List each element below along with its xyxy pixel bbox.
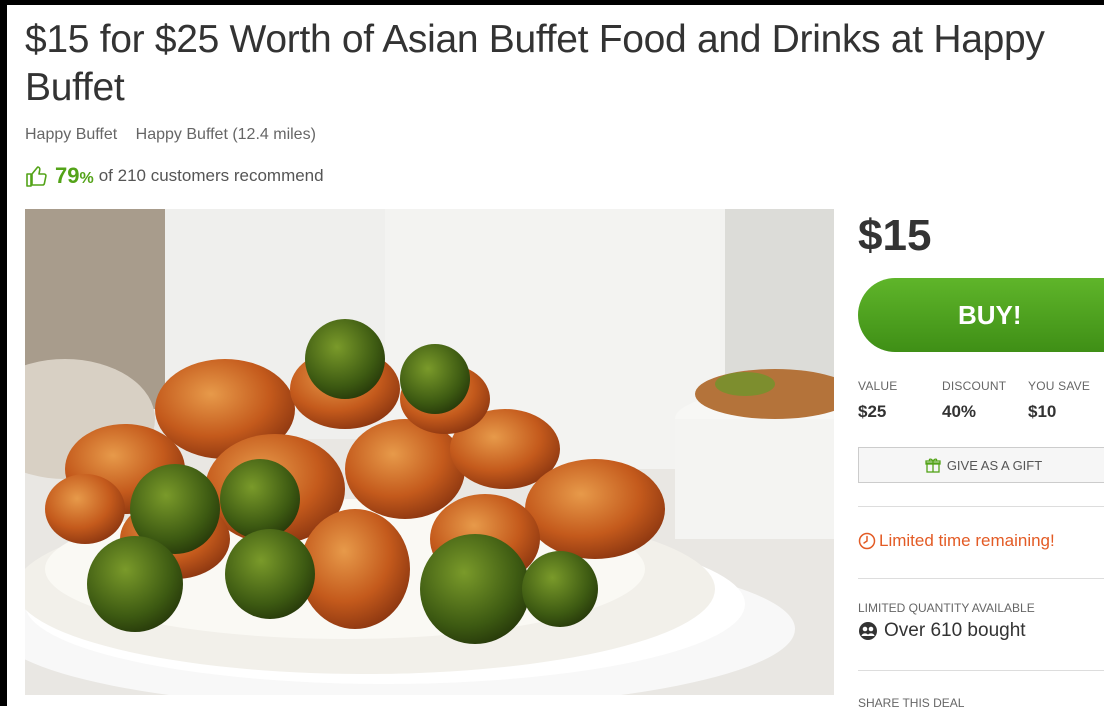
stat-discount: DISCOUNT 40% [942,379,1006,422]
screen-border-top [0,0,1104,5]
people-icon [859,622,877,640]
recommendation: 79% of 210 customers recommend [25,163,324,189]
thumbs-up-icon [26,166,47,187]
stat-label: VALUE [858,379,898,393]
gift-label: GIVE AS A GIFT [946,457,1043,473]
share-label: SHARE THIS DEAL [858,696,965,710]
quantity-label: LIMITED QUANTITY AVAILABLE [858,601,1035,615]
stat-amount: $10 [1028,402,1057,421]
stat-label: DISCOUNT [942,379,1007,393]
divider [858,578,1104,579]
recommend-text: of 210 customers recommend [98,166,324,185]
deal-price: $15 [858,211,932,260]
divider [858,670,1104,671]
merchant-name-link[interactable]: Happy Buffet [25,126,117,143]
deal-photo[interactable] [25,209,834,695]
deal-title: $15 for $25 Worth of Asian Buffet Food a… [25,18,1045,109]
stat-label: YOU SAVE [1028,379,1091,393]
give-as-gift-button[interactable]: GIVE AS A GIFT [858,447,1104,483]
stat-you-save: YOU SAVE $10 [1028,379,1090,422]
merchant-location-link[interactable]: Happy Buffet (12.4 miles) [136,126,316,143]
stat-value: VALUE $25 [858,379,897,422]
orange-chicken-photo [25,209,834,695]
divider [858,506,1104,507]
merchant-line: Happy Buffet Happy Buffet (12.4 miles) [25,126,330,144]
buy-button[interactable]: BUY! [858,278,1104,352]
recommend-percent: 79% [55,163,94,188]
gift-icon [925,458,941,473]
limited-time-notice: Limited time remaining! [858,531,1055,551]
bought-text: Over 610 bought [884,620,1026,641]
clock-icon [858,532,876,550]
screen-border-left [0,0,7,706]
stat-amount: $25 [858,402,887,421]
limited-time-text: Limited time remaining! [879,531,1055,550]
bought-count: Over 610 bought [858,620,1026,642]
stat-amount: 40% [942,402,977,421]
